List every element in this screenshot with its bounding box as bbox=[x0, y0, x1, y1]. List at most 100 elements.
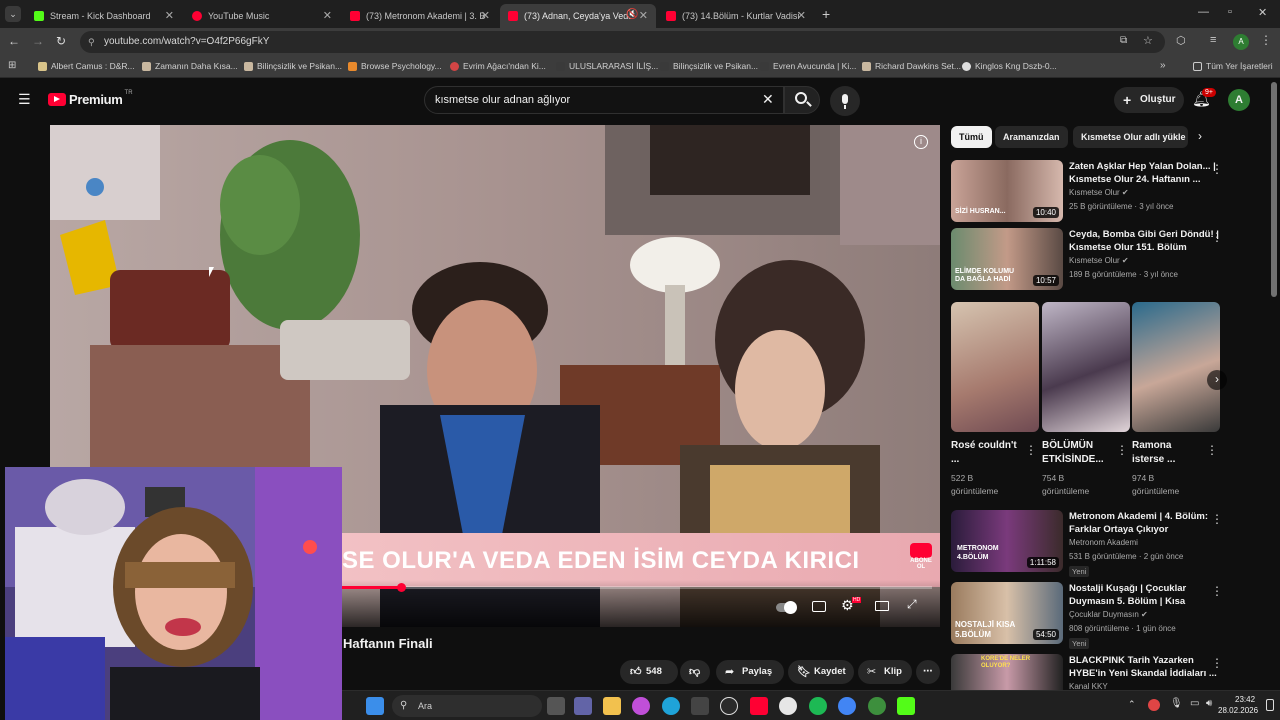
recommendation-title[interactable]: BLACKPINK Tarih Yazarken HYBE'in Yeni Sk… bbox=[1069, 654, 1221, 680]
chatgpt-icon[interactable] bbox=[720, 697, 738, 715]
recommendation-title[interactable]: Zaten Aşklar Hep Yalan Dolan... | Kısmet… bbox=[1069, 160, 1221, 186]
recommendation-item[interactable]: METRONOM 4.BÖLÜM 1:11:58 Metronom Akadem… bbox=[951, 510, 1251, 578]
bookmark-item[interactable]: Bilinçsizlik ve Psikan... bbox=[660, 61, 758, 71]
hamburger-menu-icon[interactable]: ☰ bbox=[18, 91, 31, 108]
taskbar-search[interactable]: ⚲ Ara bbox=[392, 695, 542, 717]
channel-name[interactable]: Kanal KKY bbox=[1069, 682, 1108, 690]
notification-center-icon[interactable] bbox=[1266, 699, 1274, 711]
subscribe-badge[interactable]: ABONE OL bbox=[906, 543, 936, 573]
media-icon[interactable]: ≡ bbox=[1210, 34, 1216, 46]
bookmark-item[interactable]: Kinglos Kng Dszb-0... bbox=[962, 61, 1057, 71]
bookmark-item[interactable]: Evrim Ağacı'ndan Ki... bbox=[450, 61, 546, 71]
video-thumbnail[interactable]: NOSTALJİ KISA 5.BÖLÜM 54:50 bbox=[951, 582, 1063, 644]
save-button[interactable]: 🔖︎ Kaydet bbox=[788, 660, 854, 684]
more-options-icon[interactable]: ⋮ bbox=[1206, 443, 1218, 457]
short-title[interactable]: Rosé couldn't ... bbox=[951, 439, 1021, 467]
short-title[interactable]: BÖLÜMÜN ETKİSİNDE... bbox=[1042, 439, 1112, 467]
recommendation-title[interactable]: Nostalji Kuşağı | Çocuklar Duymasın 5. B… bbox=[1069, 582, 1221, 608]
tray-overflow-icon[interactable]: ⌃ bbox=[1128, 699, 1136, 710]
close-icon[interactable]: ✕ bbox=[639, 9, 648, 22]
progress-track[interactable] bbox=[342, 583, 932, 592]
new-tab-button[interactable]: + bbox=[822, 6, 830, 22]
bookmark-item[interactable]: Richard Dawkins Set... bbox=[862, 61, 961, 71]
recommendation-title[interactable]: Ceyda, Bomba Gibi Geri Döndü! | Kısmetse… bbox=[1069, 228, 1221, 254]
more-options-icon[interactable]: ⋮ bbox=[1211, 584, 1223, 598]
short-thumbnail[interactable] bbox=[1132, 302, 1220, 432]
search-button[interactable] bbox=[784, 86, 820, 114]
dislike-button[interactable]: 👎︎ bbox=[680, 660, 710, 684]
bookmark-item[interactable]: Browse Psychology... bbox=[348, 61, 442, 71]
minimize-button[interactable]: — bbox=[1198, 6, 1209, 18]
more-options-icon[interactable]: ⋮ bbox=[1211, 230, 1223, 244]
video-thumbnail[interactable]: ELİMDE KOLUMU DA BAĞLA HADİ 10:57 bbox=[951, 228, 1063, 290]
kick-app-icon[interactable] bbox=[897, 697, 915, 715]
tray-app-icon[interactable] bbox=[1148, 699, 1160, 711]
fullscreen-icon[interactable]: ⤢ bbox=[907, 597, 917, 612]
clock-time[interactable]: 23:42 bbox=[1235, 695, 1255, 704]
tab-kick[interactable]: Stream - Kick Dashboard ✕ bbox=[26, 4, 182, 28]
short-thumbnail[interactable] bbox=[951, 302, 1039, 432]
chip-all[interactable]: Tümü bbox=[951, 126, 992, 148]
more-actions-button[interactable]: ⋯ bbox=[916, 660, 940, 684]
channel-name[interactable]: Kısmetse Olur ✔ bbox=[1069, 256, 1129, 265]
recommendation-item[interactable]: KORE'DE NELER OLUYOR? BLACKPINK Tarih Ya… bbox=[951, 654, 1251, 690]
share-button[interactable]: ➦ Paylaş bbox=[716, 660, 784, 684]
video-thumbnail[interactable]: METRONOM 4.BÖLÜM 1:11:58 bbox=[951, 510, 1063, 572]
site-info-icon[interactable]: ⚲ bbox=[88, 31, 95, 53]
url-bar[interactable]: ⚲ youtube.com/watch?v=O4f2P66gFkY bbox=[80, 31, 1165, 53]
app-icon[interactable] bbox=[868, 697, 886, 715]
bookmark-star-icon[interactable]: ☆ bbox=[1143, 34, 1153, 47]
subtitles-icon[interactable] bbox=[812, 601, 826, 612]
volume-icon[interactable]: 🔊︎ bbox=[1206, 698, 1212, 709]
chip-uploads[interactable]: Kısmetse Olur adlı yükle bbox=[1073, 126, 1188, 148]
more-options-icon[interactable]: ⋮ bbox=[1211, 512, 1223, 526]
close-window-button[interactable]: ✕ bbox=[1258, 6, 1267, 19]
extensions-icon[interactable]: ⬡ bbox=[1176, 34, 1186, 47]
channel-name[interactable]: Çocuklar Duymasın ✔ bbox=[1069, 610, 1148, 619]
all-bookmarks[interactable]: Tüm Yer İşaretleri bbox=[1193, 61, 1273, 71]
bookmark-item[interactable]: Zamanın Daha Kısa... bbox=[142, 61, 238, 71]
youtube-app-icon[interactable] bbox=[750, 697, 768, 715]
channel-name[interactable]: Metronom Akademi bbox=[1069, 538, 1138, 547]
voice-search-button[interactable] bbox=[830, 86, 860, 116]
mic-tray-icon[interactable]: 🎙︎ bbox=[1170, 698, 1183, 709]
more-options-icon[interactable]: ⋮ bbox=[1211, 162, 1223, 176]
more-options-icon[interactable]: ⋮ bbox=[1211, 656, 1223, 670]
clock-date[interactable]: 28.02.2026 bbox=[1218, 706, 1258, 715]
profile-avatar[interactable]: A bbox=[1233, 34, 1249, 50]
recommendation-title[interactable]: Metronom Akademi | 4. Bölüm: Farklar Ort… bbox=[1069, 510, 1221, 536]
clip-button[interactable]: ✂ Klip bbox=[858, 660, 912, 684]
close-icon[interactable]: ✕ bbox=[323, 9, 332, 22]
video-thumbnail[interactable]: SİZİ HUSRAN... 10:40 bbox=[951, 160, 1063, 222]
file-explorer-icon[interactable] bbox=[603, 697, 621, 715]
short-title[interactable]: Ramona isterse ... bbox=[1132, 439, 1202, 467]
close-icon[interactable]: ✕ bbox=[797, 9, 806, 22]
recommendation-item[interactable]: ELİMDE KOLUMU DA BAĞLA HADİ 10:57 Ceyda,… bbox=[951, 228, 1251, 292]
edge-icon[interactable] bbox=[662, 697, 680, 715]
channel-name[interactable]: Kısmetse Olur ✔ bbox=[1069, 188, 1129, 197]
theater-mode-icon[interactable] bbox=[875, 601, 889, 611]
speaker-icon[interactable]: 🔇 bbox=[626, 9, 638, 20]
tab-search-icon[interactable]: ⌄ bbox=[5, 6, 21, 22]
tab-metronom[interactable]: (73) Metronom Akademi | 3. Bö ✕ bbox=[342, 4, 498, 28]
teams-icon[interactable] bbox=[574, 697, 592, 715]
like-button[interactable]: 👍︎ 548 bbox=[620, 660, 678, 684]
copilot-icon[interactable] bbox=[632, 697, 650, 715]
create-button[interactable]: + Oluştur bbox=[1114, 87, 1184, 113]
page-scrollbar[interactable] bbox=[1271, 82, 1277, 297]
bookmark-item[interactable]: Albert Camus : D&R... bbox=[38, 61, 135, 71]
close-icon[interactable]: ✕ bbox=[165, 9, 174, 22]
recommendation-item[interactable]: NOSTALJİ KISA 5.BÖLÜM 54:50 Nostalji Kuş… bbox=[951, 582, 1251, 650]
more-options-icon[interactable]: ⋮ bbox=[1025, 443, 1037, 457]
video-info-icon[interactable]: i bbox=[914, 135, 928, 149]
account-avatar[interactable]: A bbox=[1228, 89, 1250, 111]
search-input[interactable]: kısmetse olur adnan ağlıyor bbox=[424, 86, 784, 114]
apps-grid-icon[interactable]: ⊞ bbox=[8, 60, 16, 71]
clear-search-icon[interactable]: ✕ bbox=[762, 91, 774, 108]
back-icon[interactable]: ← bbox=[8, 34, 20, 48]
more-options-icon[interactable]: ⋮ bbox=[1116, 443, 1128, 457]
store-icon[interactable] bbox=[691, 697, 709, 715]
menu-kebab-icon[interactable]: ⋮ bbox=[1260, 33, 1272, 47]
windows-start-icon[interactable] bbox=[366, 697, 384, 715]
maximize-button[interactable]: ▫ bbox=[1228, 6, 1232, 18]
